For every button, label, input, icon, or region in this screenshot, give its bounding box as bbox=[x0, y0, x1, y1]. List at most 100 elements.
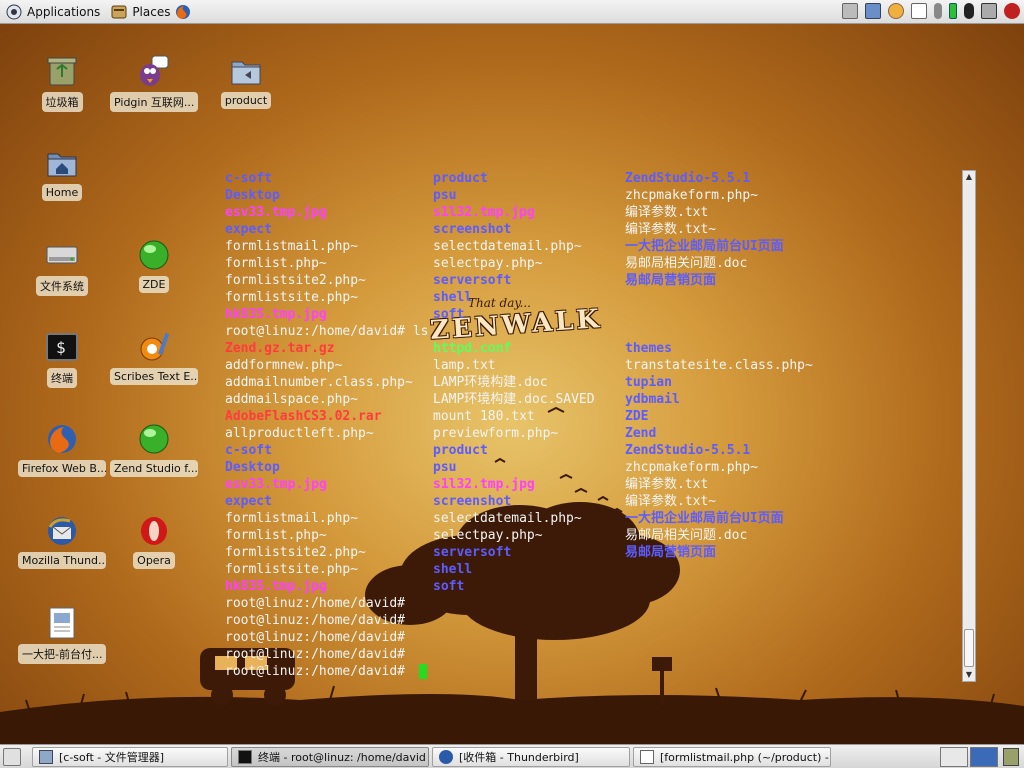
applications-icon[interactable] bbox=[6, 4, 22, 20]
scroll-up-arrow-icon[interactable]: ▲ bbox=[963, 171, 975, 183]
scrollbar-thumb[interactable] bbox=[964, 629, 974, 667]
taskbar-label: [formlistmail.php (~/product) - g... bbox=[660, 750, 831, 764]
terminal-line: 易邮局相关问题.doc bbox=[625, 256, 748, 271]
taskbar-editor[interactable]: [formlistmail.php (~/product) - g... bbox=[633, 747, 831, 767]
terminal-line: ZendStudio-5.5.1 bbox=[625, 443, 751, 458]
desktop-icon-label: Pidgin 互联网... bbox=[110, 92, 198, 112]
terminal-line: lamp.txt bbox=[433, 358, 496, 373]
power-icon[interactable] bbox=[1004, 3, 1020, 19]
taskbar-label: 终端 - root@linuz: /home/david bbox=[258, 751, 426, 764]
desktop-icon-opera[interactable]: Opera bbox=[110, 514, 198, 569]
terminal-line: AdobeFlashCS3.02.rar bbox=[225, 409, 382, 424]
desktop-icon-pidgin[interactable]: Pidgin 互联网... bbox=[110, 54, 198, 112]
sync-icon[interactable] bbox=[964, 3, 974, 19]
terminal-cursor bbox=[419, 664, 427, 679]
terminal-line: 编译参数.txt bbox=[625, 477, 709, 492]
terminal-line: transtatesite.class.php~ bbox=[625, 358, 813, 373]
desktop-icon-zde[interactable]: ZDE bbox=[110, 238, 198, 293]
terminal-line: psu bbox=[433, 460, 457, 475]
desktop-icon-home[interactable]: Home bbox=[18, 146, 106, 201]
zend-icon bbox=[137, 422, 171, 456]
desktop-icon-label: Opera bbox=[133, 552, 175, 569]
terminal-line: expect bbox=[225, 494, 272, 509]
firefox-launcher-icon[interactable] bbox=[175, 4, 191, 20]
battery-icon[interactable] bbox=[949, 3, 957, 19]
terminal-line: selectpay.php~ bbox=[433, 256, 543, 271]
terminal-line: ZendStudio-5.5.1 bbox=[625, 171, 751, 186]
desktop-icon-filesystem[interactable]: 文件系统 bbox=[18, 238, 106, 296]
show-desktop-button[interactable] bbox=[3, 748, 21, 766]
system-tray bbox=[842, 3, 1020, 19]
terminal-line: ZDE bbox=[625, 409, 649, 424]
terminal-line: allproductleft.php~ bbox=[225, 426, 374, 441]
desktop-icon-label: 一大把-前台付... bbox=[18, 644, 106, 664]
terminal-line: selectpay.php~ bbox=[433, 528, 543, 543]
taskbar-thunderbird[interactable]: [收件箱 - Thunderbird] bbox=[432, 747, 630, 767]
network-icon[interactable] bbox=[865, 3, 881, 19]
main-menu: Applications Places bbox=[0, 0, 197, 24]
folder-icon bbox=[229, 54, 263, 88]
opera-icon bbox=[137, 514, 171, 548]
terminal-line: c-soft bbox=[225, 443, 272, 458]
drive-icon bbox=[45, 238, 79, 272]
terminal-line: formlistsite2.php~ bbox=[225, 545, 366, 560]
places-menu[interactable]: Places bbox=[132, 5, 170, 19]
terminal-line: formlistsite2.php~ bbox=[225, 273, 366, 288]
terminal-line: serversoft bbox=[433, 273, 512, 288]
trash-icon bbox=[45, 54, 79, 88]
terminal-line: LAMP环境构建.doc bbox=[433, 375, 548, 390]
editor-icon bbox=[640, 750, 654, 764]
desktop-icon-firefox[interactable]: Firefox Web B... bbox=[18, 422, 106, 477]
terminal-line: Zend bbox=[625, 426, 657, 441]
desktop-icon-zend-studio[interactable]: Zend Studio f... bbox=[110, 422, 198, 477]
desktop-icon-scribes[interactable]: Scribes Text E... bbox=[110, 330, 198, 385]
desktop-icon-product[interactable]: product bbox=[202, 54, 290, 109]
workspace-2[interactable] bbox=[970, 747, 998, 767]
terminal-window[interactable]: c-soft Desktop esv33.tmp.jpg expect formlist… bbox=[222, 170, 962, 682]
terminal-line: psu bbox=[433, 188, 457, 203]
terminal-line: 一大把企业邮局前台UI页面 bbox=[625, 239, 784, 254]
scroll-down-arrow-icon[interactable]: ▼ bbox=[963, 669, 975, 681]
taskbar-file-manager[interactable]: [c-soft - 文件管理器] bbox=[32, 747, 228, 767]
terminal-cursor-line bbox=[419, 663, 427, 680]
terminal-line: previewform.php~ bbox=[433, 426, 559, 441]
chat-icon[interactable] bbox=[888, 3, 904, 19]
terminal-line: 易邮局营销页面 bbox=[625, 545, 717, 560]
terminal-line: root@linuz:/home/david# bbox=[225, 630, 406, 645]
terminal-line: esv33.tmp.jpg bbox=[225, 205, 327, 220]
desktop-icon-thunderbird[interactable]: Mozilla Thund... bbox=[18, 514, 106, 569]
terminal-line: zhcpmakeform.php~ bbox=[625, 188, 759, 203]
terminal-line: root@linuz:/home/david# bbox=[225, 664, 406, 679]
terminal-line: shell bbox=[433, 290, 473, 305]
terminal-icon: $ bbox=[45, 330, 79, 364]
desktop-icon-document[interactable]: 一大把-前台付... bbox=[18, 606, 106, 664]
terminal-line: screenshot bbox=[433, 494, 512, 509]
mute-icon[interactable] bbox=[981, 3, 997, 19]
taskbar-terminal[interactable]: 终端 - root@linuz: /home/david bbox=[231, 747, 429, 767]
terminal-line: addformnew.php~ bbox=[225, 358, 343, 373]
terminal-line: hk835.tmp.jpg bbox=[225, 307, 327, 322]
desktop-icon-terminal[interactable]: $ 终端 bbox=[18, 330, 106, 388]
terminal-line: Desktop bbox=[225, 460, 280, 475]
pin-icon[interactable] bbox=[934, 3, 942, 19]
terminal-line: selectdatemail.php~ bbox=[433, 239, 582, 254]
home-folder-icon bbox=[45, 146, 79, 180]
workspace-1[interactable] bbox=[940, 747, 968, 767]
desktop-icon-trash[interactable]: 垃圾箱 bbox=[18, 54, 106, 112]
terminal-scrollbar[interactable]: ▲ ▼ bbox=[962, 170, 976, 682]
applications-menu[interactable]: Applications bbox=[27, 5, 100, 19]
notes-icon[interactable] bbox=[911, 3, 927, 19]
terminal-line: selectdatemail.php~ bbox=[433, 511, 582, 526]
thunderbird-icon bbox=[439, 750, 453, 764]
trash-applet-icon[interactable] bbox=[1003, 748, 1019, 766]
terminal-line: esv33.tmp.jpg bbox=[225, 477, 327, 492]
terminal-line: root@linuz:/home/david# bbox=[225, 613, 406, 628]
terminal-line: addmailnumber.class.php~ bbox=[225, 375, 413, 390]
terminal-line: formlist.php~ bbox=[225, 256, 327, 271]
terminal-line: 一大把企业邮局前台UI页面 bbox=[625, 511, 784, 526]
printer-icon[interactable] bbox=[842, 3, 858, 19]
terminal-line: 易邮局相关问题.doc bbox=[625, 528, 748, 543]
terminal-line: formlistsite.php~ bbox=[225, 290, 359, 305]
places-icon[interactable] bbox=[111, 4, 127, 20]
terminal-line: hk835.tmp.jpg bbox=[225, 579, 327, 594]
